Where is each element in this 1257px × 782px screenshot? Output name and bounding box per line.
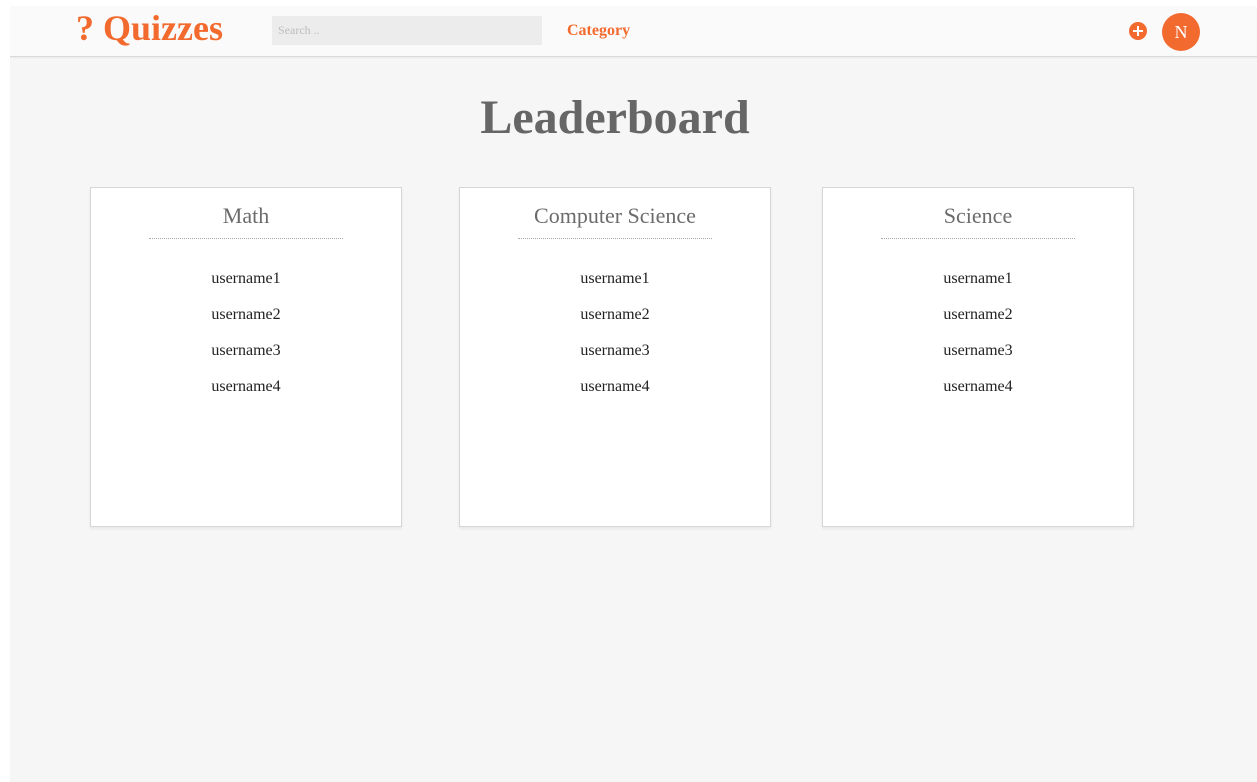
brand-logo[interactable]: ? Quizzes: [76, 8, 223, 48]
page-title: Leaderboard: [480, 91, 750, 144]
plus-circle-icon: [1133, 26, 1143, 36]
list-item: username1: [943, 270, 1013, 287]
list-item: username1: [580, 270, 650, 287]
brand-question-mark: ?: [76, 8, 94, 48]
card-divider: [881, 238, 1075, 239]
leaderboard-list: username1 username2 username3 username4: [460, 261, 770, 405]
card-title: Science: [943, 203, 1013, 228]
list-item: username1: [211, 270, 281, 287]
leaderboard-list: username1 username2 username3 username4: [91, 261, 401, 405]
card-divider: [149, 238, 343, 239]
card-title: Computer Science: [534, 203, 696, 228]
list-item: username2: [943, 306, 1013, 323]
card-divider: [518, 238, 712, 239]
leaderboard-list: username1 username2 username3 username4: [823, 261, 1133, 405]
list-item: username3: [580, 342, 650, 359]
leaderboard-card-math: Math username1 username2 username3 usern…: [90, 187, 402, 527]
brand-name: Quizzes: [103, 8, 223, 48]
top-navbar: ? Quizzes Category N: [10, 6, 1257, 57]
search-input[interactable]: [272, 16, 542, 45]
list-item: username4: [943, 378, 1013, 395]
leaderboard-card-science: Science username1 username2 username3 us…: [822, 187, 1134, 527]
app-viewport: ? Quizzes Category N Leaderboard Math us…: [10, 6, 1257, 782]
add-quiz-button[interactable]: [1129, 22, 1147, 40]
list-item: username4: [580, 378, 650, 395]
list-item: username4: [211, 378, 281, 395]
list-item: username2: [580, 306, 650, 323]
list-item: username3: [211, 342, 281, 359]
card-title: Math: [222, 203, 270, 228]
category-menu[interactable]: Category: [567, 21, 630, 41]
user-avatar[interactable]: N: [1162, 13, 1200, 51]
list-item: username2: [211, 306, 281, 323]
list-item: username3: [943, 342, 1013, 359]
leaderboard-card-computer-science: Computer Science username1 username2 use…: [459, 187, 771, 527]
